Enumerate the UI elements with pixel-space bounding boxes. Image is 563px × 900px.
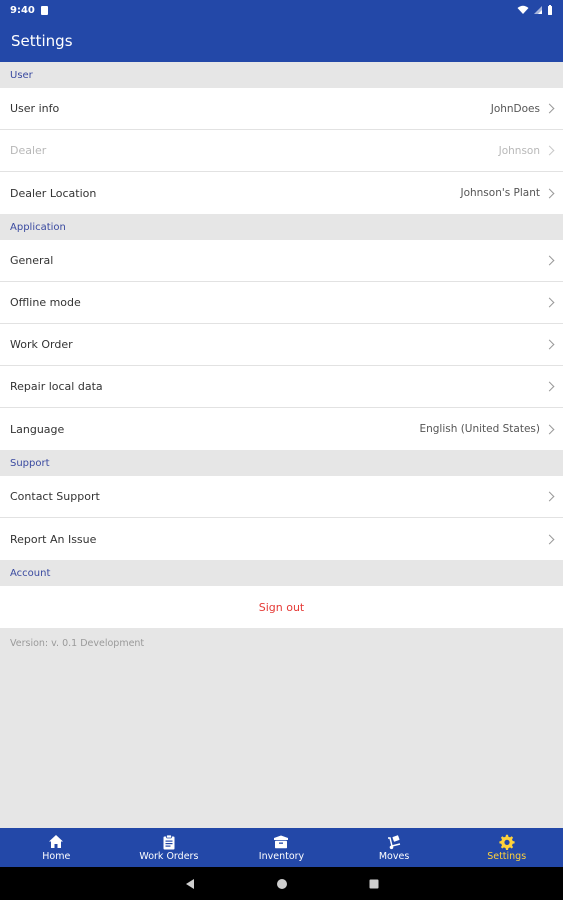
chevron-right-icon	[544, 297, 555, 308]
row-value: Johnson	[498, 144, 540, 157]
row-label: Contact Support	[10, 490, 100, 503]
nav-inventory[interactable]: Inventory	[225, 828, 338, 867]
sign-out-label: Sign out	[258, 600, 305, 614]
chevron-right-icon	[544, 103, 555, 114]
section-user: User info JohnDoes Dealer Johnson Dealer…	[0, 88, 563, 214]
section-header-user: User	[0, 62, 563, 88]
sign-out-button[interactable]: Sign out	[0, 586, 563, 628]
sim-icon	[40, 5, 48, 15]
box-icon	[274, 835, 289, 848]
nav-label: Moves	[378, 850, 410, 862]
status-time: 9:40	[10, 4, 35, 16]
nav-settings[interactable]: Settings	[450, 828, 563, 867]
nav-label: Home	[42, 850, 71, 862]
row-label: Dealer Location	[10, 186, 97, 200]
row-dealer: Dealer Johnson	[0, 130, 563, 172]
row-language[interactable]: Language English (United States)	[0, 408, 563, 450]
recents-icon[interactable]	[368, 878, 380, 890]
wifi-icon	[517, 5, 529, 14]
chevron-right-icon	[544, 534, 555, 544]
chevron-right-icon	[544, 255, 555, 266]
chevron-right-icon	[544, 339, 555, 350]
section-header-support: Support	[0, 450, 563, 476]
chevron-right-icon	[544, 381, 555, 392]
page-title: Settings	[11, 32, 73, 50]
row-label: Work Order	[10, 338, 73, 351]
section-header-account: Account	[0, 560, 563, 586]
nav-label: Settings	[487, 850, 527, 862]
nav-home[interactable]: Home	[0, 828, 113, 867]
chevron-right-icon	[544, 424, 555, 434]
chevron-right-icon	[544, 188, 555, 198]
version-text: Version: v. 0.1 Development	[10, 638, 145, 649]
app-bar: Settings	[0, 20, 563, 62]
row-repair-local-data[interactable]: Repair local data	[0, 366, 563, 408]
row-user-info[interactable]: User info JohnDoes	[0, 88, 563, 130]
row-report-an-issue[interactable]: Report An Issue	[0, 518, 563, 560]
row-label: Offline mode	[10, 296, 81, 309]
nav-label: Inventory	[258, 850, 305, 862]
row-label: General	[10, 254, 54, 267]
row-offline-mode[interactable]: Offline mode	[0, 282, 563, 324]
row-label: Language	[10, 422, 65, 436]
section-application: General Offline mode Work Order Repair l…	[0, 240, 563, 450]
row-label: Dealer	[10, 144, 47, 157]
gear-icon	[499, 834, 515, 850]
row-value: Johnson's Plant	[460, 187, 540, 199]
nav-work-orders[interactable]: Work Orders	[113, 828, 226, 867]
signal-icon	[534, 6, 542, 14]
row-label: Repair local data	[10, 380, 103, 393]
chevron-right-icon	[544, 491, 555, 502]
bottom-nav: Home Work Orders Inventory Moves Setting…	[0, 828, 563, 867]
row-work-order[interactable]: Work Order	[0, 324, 563, 366]
section-header-application: Application	[0, 214, 563, 240]
back-icon[interactable]	[184, 878, 196, 890]
chevron-right-icon	[544, 145, 555, 156]
dolly-icon	[388, 834, 401, 849]
status-bar: 9:40	[0, 0, 563, 20]
nav-label: Work Orders	[139, 850, 199, 862]
row-dealer-location[interactable]: Dealer Location Johnson's Plant	[0, 172, 563, 214]
row-label: User info	[10, 102, 60, 115]
system-nav-bar	[0, 867, 563, 900]
section-support: Contact Support Report An Issue	[0, 476, 563, 560]
home-button-icon[interactable]	[276, 878, 288, 890]
settings-list: User User info JohnDoes Dealer Johnson D…	[0, 62, 563, 659]
clipboard-icon	[163, 834, 175, 849]
row-value: English (United States)	[419, 423, 540, 435]
nav-moves[interactable]: Moves	[338, 828, 451, 867]
row-label: Report An Issue	[10, 532, 97, 546]
row-general[interactable]: General	[0, 240, 563, 282]
row-contact-support[interactable]: Contact Support	[0, 476, 563, 518]
home-icon	[49, 834, 64, 848]
status-icons	[517, 5, 553, 15]
battery-icon	[548, 5, 552, 15]
row-value: JohnDoes	[490, 102, 540, 115]
